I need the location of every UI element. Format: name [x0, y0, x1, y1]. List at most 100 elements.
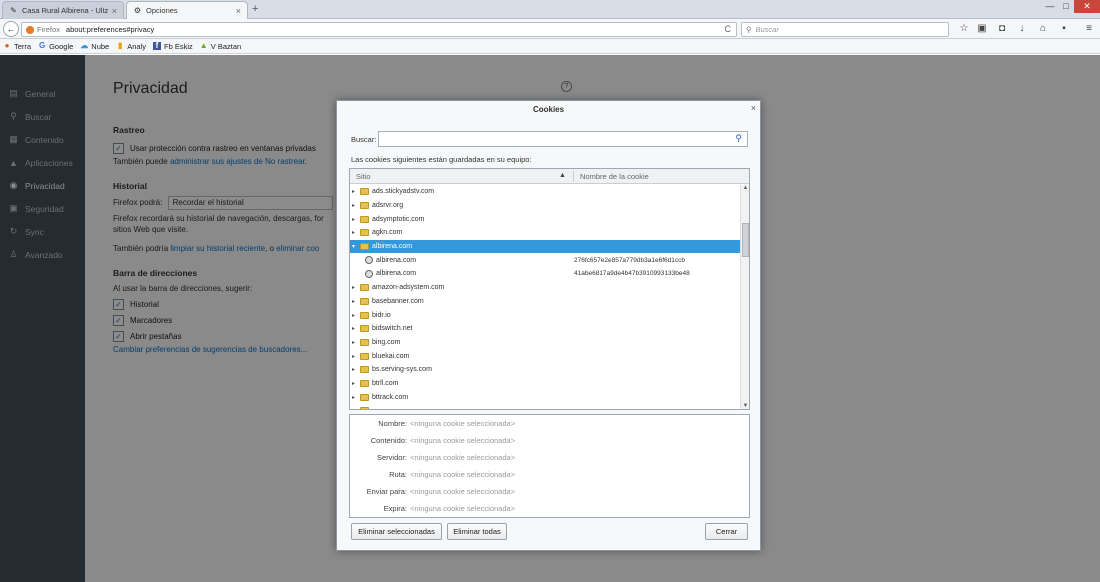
tab-label: Casa Rural Albirena - Ultza... — [22, 6, 108, 15]
scroll-up-icon[interactable]: ▲ — [741, 185, 749, 191]
maximize-button[interactable]: □ — [1059, 0, 1073, 13]
window-close-button[interactable]: ✕ — [1074, 0, 1100, 13]
folder-icon — [360, 215, 369, 223]
folder-icon — [360, 325, 369, 333]
site-name: bidswitch.net — [372, 325, 413, 333]
tab-opciones[interactable]: ⚙ Opciones × — [126, 1, 248, 19]
site-row[interactable]: ▸ bidswitch.net — [350, 322, 740, 336]
collapsed-twisty-icon[interactable]: ▸ — [352, 353, 359, 360]
folder-icon — [360, 393, 369, 401]
collapsed-twisty-icon[interactable]: ▸ — [352, 339, 359, 346]
cookies-dialog: Cookies × Buscar: ⚲ Las cookies siguient… — [336, 100, 761, 551]
expanded-twisty-icon[interactable]: ▾ — [352, 243, 359, 250]
addon-icon[interactable]: ▪ — [1057, 22, 1071, 36]
search-icon: ⚲ — [746, 25, 752, 34]
site-row[interactable]: ▸ — [350, 404, 740, 409]
collapsed-twisty-icon[interactable]: ▸ — [352, 284, 359, 291]
bookmark-terra[interactable]: ● Terra — [3, 41, 32, 51]
site-row[interactable]: ▸ bluekai.com — [350, 349, 740, 363]
site-row[interactable]: ▸ bs.serving-sys.com — [350, 363, 740, 377]
search-label: Buscar: — [351, 135, 377, 144]
menu-icon[interactable]: ≡ — [1082, 22, 1096, 36]
back-button[interactable]: ← — [3, 21, 19, 37]
site-row[interactable]: ▸ amazon-adsystem.com — [350, 281, 740, 295]
collapsed-twisty-icon[interactable]: ▸ — [352, 325, 359, 332]
collapsed-twisty-icon[interactable]: ▸ — [352, 188, 359, 195]
site-name: amazon-adsystem.com — [372, 284, 445, 292]
clipboard-icon[interactable]: ▣ — [975, 22, 989, 36]
detail-label: Ruta: — [389, 470, 407, 479]
collapsed-twisty-icon[interactable]: ▸ — [352, 298, 359, 305]
collapsed-twisty-icon[interactable]: ▸ — [352, 394, 359, 401]
detail-value: <ninguna cookie seleccionada> — [410, 419, 516, 428]
facebook-icon: f — [152, 42, 161, 50]
bookmark-label: Terra — [14, 41, 32, 51]
delete-selected-button[interactable]: Eliminar seleccionadas — [351, 523, 442, 540]
site-row[interactable]: ▸ bing.com — [350, 336, 740, 350]
url-text[interactable]: about:preferences#privacy — [66, 25, 154, 34]
sort-ascending-icon: ▲ — [559, 172, 566, 179]
column-header-cookie-name[interactable]: Nombre de la cookie — [580, 172, 649, 181]
cookie-row[interactable]: albirena.com 276fc657e2e857a779db3a1e6f6d… — [350, 253, 740, 267]
detail-value: <ninguna cookie seleccionada> — [410, 453, 516, 462]
globe-icon — [365, 256, 373, 265]
folder-icon — [360, 338, 369, 346]
bookmark-fb-eskiz[interactable]: f Fb Eskiz — [152, 42, 193, 51]
detail-label: Nombre: — [378, 419, 407, 428]
site-row[interactable]: ▸ adsymptotic.com — [350, 212, 740, 226]
scroll-down-icon[interactable]: ▼ — [741, 403, 749, 409]
bookmark-v-baztan[interactable]: ▲ V Baztan — [200, 42, 241, 51]
collapsed-twisty-icon[interactable]: ▸ — [352, 366, 359, 373]
url-bar[interactable]: Firefox about:preferences#privacy C — [21, 22, 737, 37]
new-tab-button[interactable]: + — [252, 3, 258, 15]
bookmark-star-icon[interactable]: ☆ — [957, 22, 971, 36]
delete-all-button[interactable]: Eliminar todas — [447, 523, 507, 540]
detail-row: Servidor: <ninguna cookie seleccionada> — [350, 453, 749, 465]
close-button[interactable]: Cerrar — [705, 523, 748, 540]
folder-icon — [360, 284, 369, 292]
site-row[interactable]: ▸ adsrvr.org — [350, 199, 740, 213]
minimize-button[interactable]: — — [1043, 0, 1057, 13]
bookmark-google[interactable]: G Google — [38, 42, 73, 51]
folder-icon — [360, 311, 369, 319]
bookmark-analy[interactable]: ▮ Analy — [116, 42, 146, 51]
tab-casa-rural[interactable]: ✎ Casa Rural Albirena - Ultza... × — [2, 1, 124, 19]
site-name: bing.com — [372, 338, 401, 346]
tree-rows: ▸ ads.stickyadstv.com ▸ adsrvr.org ▸ adsympto… — [350, 185, 740, 409]
scrollbar-thumb[interactable] — [742, 223, 749, 257]
site-row[interactable]: ▸ agkn.com — [350, 226, 740, 240]
site-row[interactable]: ▸ bidr.io — [350, 308, 740, 322]
cookie-tree[interactable]: Sitio ▲ Nombre de la cookie ▸ ads.stickya… — [349, 168, 750, 410]
nav-bar: ← Firefox about:preferences#privacy C ⚲ … — [0, 19, 1100, 39]
site-row[interactable]: ▸ btrll.com — [350, 377, 740, 391]
close-icon[interactable]: × — [751, 103, 756, 113]
tree-scrollbar[interactable]: ▲ ▼ — [740, 185, 749, 409]
cookie-row[interactable]: albirena.com 41abe6817a9de4b47b3910993133… — [350, 267, 740, 281]
site-row[interactable]: ▸ bttrack.com — [350, 390, 740, 404]
collapsed-twisty-icon[interactable]: ▸ — [352, 407, 359, 409]
collapsed-twisty-icon[interactable]: ▸ — [352, 202, 359, 209]
close-icon[interactable]: × — [236, 6, 241, 16]
close-icon[interactable]: × — [112, 6, 117, 16]
search-bar[interactable]: ⚲ Buscar — [741, 22, 949, 37]
collapsed-twisty-icon[interactable]: ▸ — [352, 216, 359, 223]
site-row[interactable]: ▸ basebanner.com — [350, 295, 740, 309]
column-header-site[interactable]: Sitio — [356, 172, 371, 181]
reload-icon[interactable]: C — [725, 24, 732, 34]
pocket-icon[interactable]: ◘ — [995, 22, 1009, 36]
collapsed-twisty-icon[interactable]: ▸ — [352, 229, 359, 236]
collapsed-twisty-icon[interactable]: ▸ — [352, 380, 359, 387]
site-name: bs.serving-sys.com — [372, 366, 432, 374]
terra-icon: ● — [4, 41, 10, 50]
site-row[interactable]: ▾ albirena.com — [350, 239, 740, 254]
site-name: bttrack.com — [372, 393, 409, 401]
download-icon[interactable]: ↓ — [1015, 22, 1029, 36]
bookmark-nube[interactable]: ☁ Nube — [80, 42, 109, 51]
cookie-search-input[interactable]: ⚲ — [378, 131, 748, 147]
site-row[interactable]: ▸ ads.stickyadstv.com — [350, 185, 740, 199]
cloud-icon: ☁ — [80, 41, 89, 50]
collapsed-twisty-icon[interactable]: ▸ — [352, 312, 359, 319]
site-name: basebanner.com — [372, 297, 424, 305]
column-divider[interactable] — [573, 171, 574, 182]
home-icon[interactable]: ⌂ — [1036, 22, 1050, 36]
